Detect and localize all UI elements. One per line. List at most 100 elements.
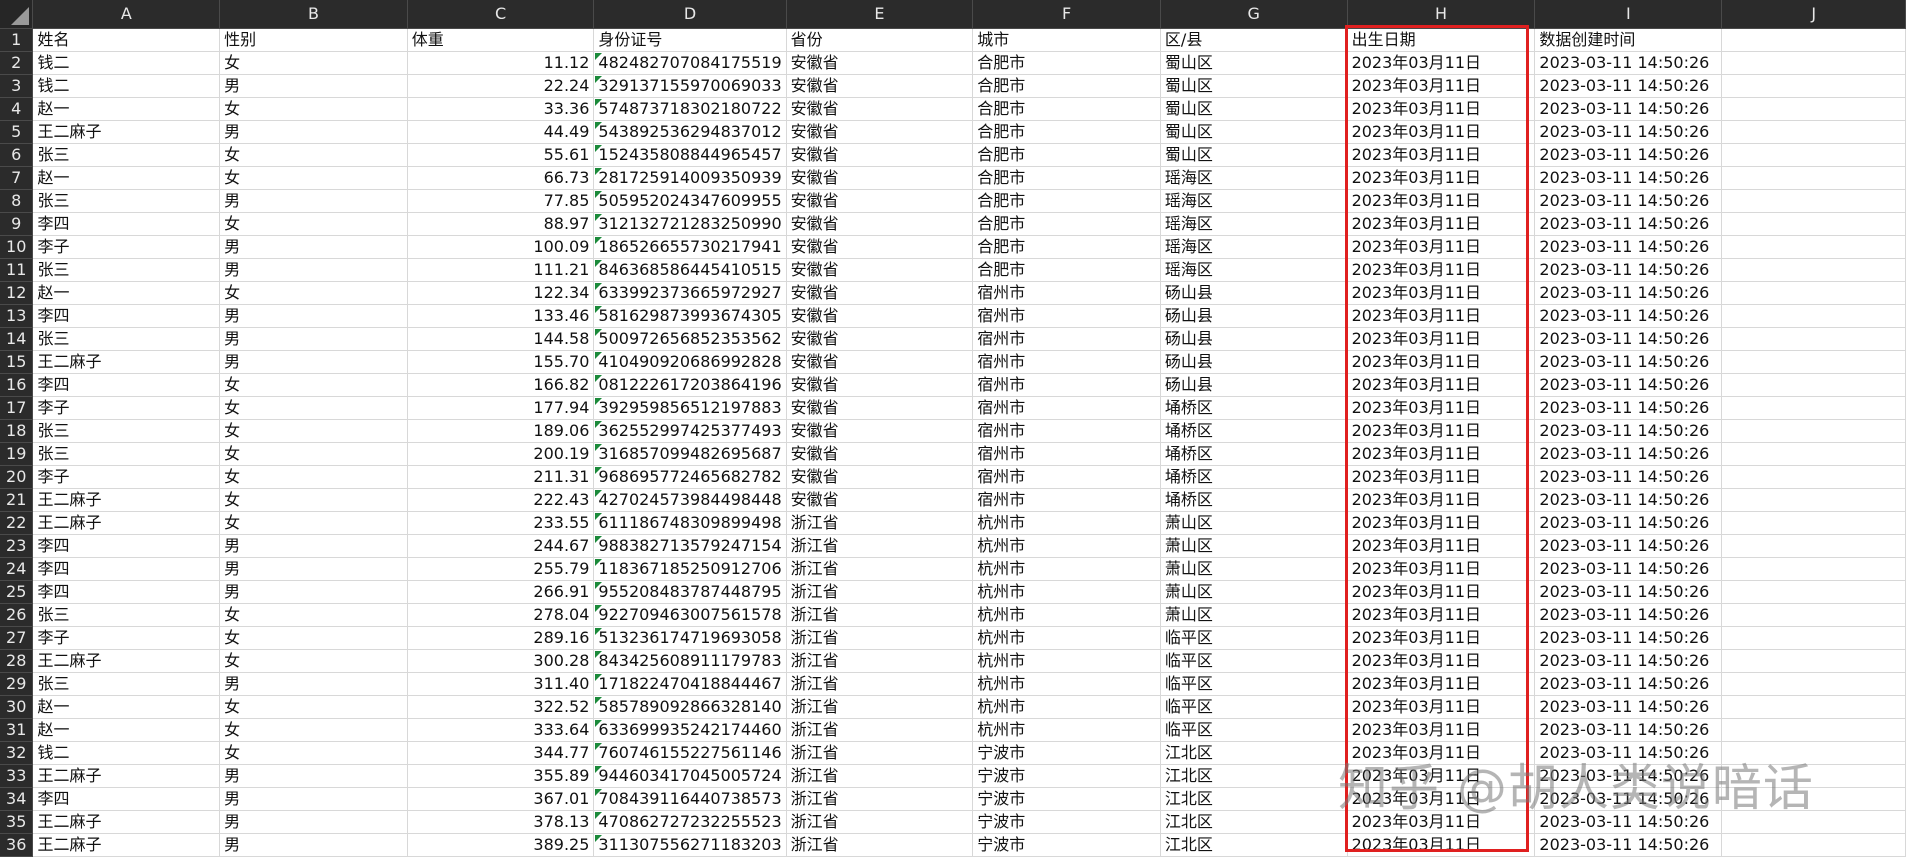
- cell-F[interactable]: 宿州市: [972, 304, 1161, 328]
- cell-D[interactable]: 311307556271183203: [593, 833, 787, 857]
- cell-D[interactable]: 482482707084175519: [593, 51, 787, 75]
- cell-D[interactable]: 152435808844965457: [593, 143, 787, 167]
- cell-A[interactable]: 赵一: [32, 718, 221, 742]
- cell-H[interactable]: 2023年03月11日: [1347, 695, 1536, 719]
- cell-F[interactable]: 杭州市: [972, 718, 1161, 742]
- cell-J[interactable]: [1721, 28, 1906, 52]
- cell-E[interactable]: 浙江省: [786, 649, 974, 673]
- cell-E[interactable]: 安徽省: [786, 143, 974, 167]
- cell-A[interactable]: 赵一: [32, 281, 221, 305]
- cell-F[interactable]: 宿州市: [972, 373, 1161, 397]
- cell-D[interactable]: 329137155970069033: [593, 74, 787, 98]
- cell-D[interactable]: 身份证号: [593, 28, 787, 52]
- cell-C[interactable]: 66.73: [407, 166, 595, 190]
- cell-C[interactable]: 222.43: [407, 488, 595, 512]
- cell-E[interactable]: 浙江省: [786, 787, 974, 811]
- cell-H[interactable]: 2023年03月11日: [1347, 143, 1536, 167]
- row-header[interactable]: 35: [0, 810, 34, 834]
- cell-F[interactable]: 杭州市: [972, 672, 1161, 696]
- cell-B[interactable]: 女: [219, 373, 408, 397]
- cell-D[interactable]: 362552997425377493: [593, 419, 787, 443]
- cell-G[interactable]: 江北区: [1160, 810, 1348, 834]
- cell-B[interactable]: 男: [219, 258, 408, 282]
- cell-H[interactable]: 2023年03月11日: [1347, 396, 1536, 420]
- cell-B[interactable]: 男: [219, 580, 408, 604]
- cell-J[interactable]: [1721, 166, 1906, 190]
- cell-B[interactable]: 女: [219, 626, 408, 650]
- cell-A[interactable]: 张三: [32, 603, 221, 627]
- cell-G[interactable]: 江北区: [1160, 833, 1348, 857]
- row-header[interactable]: 30: [0, 695, 34, 719]
- column-header-D[interactable]: D: [593, 0, 787, 29]
- cell-I[interactable]: 2023-03-11 14:50:26: [1534, 97, 1723, 121]
- cell-I[interactable]: 数据创建时间: [1534, 28, 1723, 52]
- column-header-A[interactable]: A: [32, 0, 221, 29]
- cell-I[interactable]: 2023-03-11 14:50:26: [1534, 258, 1723, 282]
- row-header[interactable]: 18: [0, 419, 34, 443]
- cell-A[interactable]: 李四: [32, 787, 221, 811]
- cell-A[interactable]: 张三: [32, 672, 221, 696]
- cell-J[interactable]: [1721, 649, 1906, 673]
- cell-H[interactable]: 2023年03月11日: [1347, 534, 1536, 558]
- cell-C[interactable]: 266.91: [407, 580, 595, 604]
- cell-E[interactable]: 安徽省: [786, 166, 974, 190]
- cell-G[interactable]: 砀山县: [1160, 304, 1348, 328]
- cell-C[interactable]: 233.55: [407, 511, 595, 535]
- cell-A[interactable]: 赵一: [32, 166, 221, 190]
- cell-C[interactable]: 100.09: [407, 235, 595, 259]
- cell-F[interactable]: 宁波市: [972, 764, 1161, 788]
- cell-G[interactable]: 江北区: [1160, 787, 1348, 811]
- cell-H[interactable]: 2023年03月11日: [1347, 74, 1536, 98]
- cell-E[interactable]: 安徽省: [786, 465, 974, 489]
- cell-B[interactable]: 女: [219, 396, 408, 420]
- cell-G[interactable]: 埇桥区: [1160, 488, 1348, 512]
- row-header[interactable]: 29: [0, 672, 34, 696]
- cell-H[interactable]: 2023年03月11日: [1347, 51, 1536, 75]
- cell-D[interactable]: 955208483787448795: [593, 580, 787, 604]
- cell-D[interactable]: 505952024347609955: [593, 189, 787, 213]
- cell-C[interactable]: 55.61: [407, 143, 595, 167]
- cell-F[interactable]: 宿州市: [972, 281, 1161, 305]
- cell-I[interactable]: 2023-03-11 14:50:26: [1534, 465, 1723, 489]
- cell-D[interactable]: 513236174719693058: [593, 626, 787, 650]
- row-header[interactable]: 17: [0, 396, 34, 420]
- cell-G[interactable]: 砀山县: [1160, 281, 1348, 305]
- cell-A[interactable]: 张三: [32, 189, 221, 213]
- cell-F[interactable]: 杭州市: [972, 603, 1161, 627]
- cell-A[interactable]: 王二麻子: [32, 488, 221, 512]
- cell-I[interactable]: 2023-03-11 14:50:26: [1534, 833, 1723, 857]
- cell-G[interactable]: 江北区: [1160, 741, 1348, 765]
- cell-D[interactable]: 186526655730217941: [593, 235, 787, 259]
- cell-J[interactable]: [1721, 603, 1906, 627]
- cell-B[interactable]: 女: [219, 419, 408, 443]
- cell-D[interactable]: 843425608911179783: [593, 649, 787, 673]
- cell-D[interactable]: 585789092866328140: [593, 695, 787, 719]
- cell-I[interactable]: 2023-03-11 14:50:26: [1534, 511, 1723, 535]
- cell-H[interactable]: 2023年03月11日: [1347, 281, 1536, 305]
- cell-B[interactable]: 男: [219, 557, 408, 581]
- cell-I[interactable]: 2023-03-11 14:50:26: [1534, 787, 1723, 811]
- cell-B[interactable]: 女: [219, 281, 408, 305]
- cell-D[interactable]: 312132721283250990: [593, 212, 787, 236]
- cell-A[interactable]: 张三: [32, 419, 221, 443]
- cell-C[interactable]: 311.40: [407, 672, 595, 696]
- cell-C[interactable]: 289.16: [407, 626, 595, 650]
- cell-B[interactable]: 女: [219, 442, 408, 466]
- cell-J[interactable]: [1721, 143, 1906, 167]
- cell-B[interactable]: 男: [219, 833, 408, 857]
- cell-I[interactable]: 2023-03-11 14:50:26: [1534, 603, 1723, 627]
- cell-E[interactable]: 安徽省: [786, 97, 974, 121]
- cell-A[interactable]: 李四: [32, 580, 221, 604]
- cell-G[interactable]: 临平区: [1160, 695, 1348, 719]
- cell-F[interactable]: 合肥市: [972, 189, 1161, 213]
- cell-G[interactable]: 埇桥区: [1160, 396, 1348, 420]
- cell-I[interactable]: 2023-03-11 14:50:26: [1534, 442, 1723, 466]
- cell-G[interactable]: 萧山区: [1160, 534, 1348, 558]
- cell-E[interactable]: 安徽省: [786, 51, 974, 75]
- cell-B[interactable]: 男: [219, 304, 408, 328]
- row-header[interactable]: 21: [0, 488, 34, 512]
- cell-D[interactable]: 708439116440738573: [593, 787, 787, 811]
- cell-E[interactable]: 浙江省: [786, 833, 974, 857]
- cell-I[interactable]: 2023-03-11 14:50:26: [1534, 281, 1723, 305]
- cell-I[interactable]: 2023-03-11 14:50:26: [1534, 718, 1723, 742]
